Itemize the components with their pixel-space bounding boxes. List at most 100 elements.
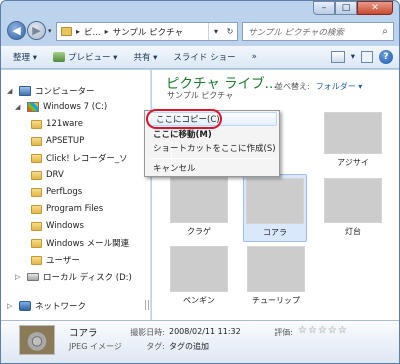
folder-icon <box>31 238 42 248</box>
drive-icon <box>27 273 39 281</box>
thumbnail-item[interactable]: クラゲ <box>167 177 231 237</box>
tree-item-folder[interactable]: 121ware <box>31 117 83 131</box>
tree-item-folder[interactable]: Windows <box>31 219 84 233</box>
views-dropdown[interactable]: ▾ <box>351 52 355 62</box>
thumbnail-image <box>246 178 304 224</box>
tree-item-folder[interactable]: DRV <box>31 168 64 182</box>
breadcrumb-overflow[interactable]: ビ... <box>84 26 101 38</box>
thumbnail-label: ペンギン <box>183 296 215 305</box>
address-dropdown-icon[interactable]: ▾ <box>209 27 223 36</box>
toolbar-right: ▾ ? <box>330 50 393 64</box>
tree-label: Program Files <box>46 204 104 214</box>
maximize-button[interactable]: □ <box>335 1 357 15</box>
search-icon[interactable]: ⌕ <box>377 26 393 37</box>
library-title: ピクチャ ライブ... <box>166 76 278 92</box>
tree-label: Windows <box>46 221 84 231</box>
folder-icon <box>31 153 42 163</box>
tree-item-folder[interactable]: ユーザー <box>31 253 80 267</box>
tree-item-folder[interactable]: APSETUP <box>31 134 84 148</box>
tree-item-folder[interactable]: PerfLogs <box>31 185 82 199</box>
star-icon[interactable]: ☆ <box>298 326 307 336</box>
highlight-annotation <box>146 109 222 129</box>
menu-item-create-shortcut[interactable]: ショートカットをここに作成(S) <box>145 141 279 155</box>
preview-pane-icon[interactable] <box>361 51 373 63</box>
thumbnail-image <box>170 177 228 223</box>
thumbnail-label: コアラ <box>263 228 287 237</box>
star-icon[interactable]: ☆ <box>318 326 327 336</box>
collapsed-icon[interactable]: ▷ <box>7 302 15 310</box>
slideshow-button[interactable]: スライド ショー <box>173 51 235 63</box>
details-tag-value[interactable]: タグの追加 <box>169 341 209 352</box>
menu-item-cancel[interactable]: キャンセル <box>145 161 279 175</box>
tree-item-folder[interactable]: Click! レコーダー_ソ <box>31 151 128 165</box>
menu-item-move-here[interactable]: ここに移動(M) <box>145 127 279 141</box>
tree-item-computer[interactable]: ◢ コンピューター <box>7 84 95 98</box>
folder-icon <box>61 27 72 36</box>
tree-item-network[interactable]: ▷ ネットワーク <box>7 299 86 313</box>
forward-button[interactable]: ▶ <box>27 21 46 40</box>
thumbnail-label: クラゲ <box>187 227 211 236</box>
tree-item-drive-c[interactable]: ◢ Windows 7 (C:) <box>15 100 107 114</box>
tree-item-drive-d[interactable]: ▷ ローカル ディスク (D:) <box>15 270 132 284</box>
thumbnail-item-selected[interactable]: コアラ <box>243 174 307 242</box>
tree-label: ローカル ディスク (D:) <box>43 273 132 283</box>
thumbnail-label: アジサイ <box>337 158 369 167</box>
address-bar[interactable]: ▸ ビ... ▸ サンプル ピクチャ ▾ ↻ <box>56 22 238 41</box>
pane-splitter-grip[interactable] <box>145 300 149 310</box>
recent-pages-dropdown[interactable]: ▾ <box>48 27 52 35</box>
breadcrumb-separator[interactable]: ▸ <box>76 27 80 36</box>
tree-item-folder[interactable]: Windows メール関連 <box>31 236 129 250</box>
change-view-icon[interactable] <box>330 51 345 63</box>
star-icon[interactable]: ☆ <box>328 326 337 336</box>
star-icon[interactable]: ☆ <box>308 326 317 336</box>
collapsed-icon[interactable]: ▷ <box>15 273 23 281</box>
arrange-by-dropdown[interactable]: フォルダー ▾ <box>316 81 363 92</box>
details-rating-label: 評価: <box>274 328 293 337</box>
tree-label: DRV <box>46 170 64 180</box>
folder-icon <box>31 136 42 146</box>
share-button[interactable]: 共有 ▾ <box>133 51 157 63</box>
tree-label: ユーザー <box>46 256 80 266</box>
content-pane: ピクチャ ライブ... サンプル ピクチャ 並べ替え: フォルダー ▾ アジサイ… <box>152 70 399 320</box>
thumbnail-item[interactable]: ペンギン <box>167 246 231 306</box>
search-placeholder: サンプル ピクチャの検索 <box>248 27 344 38</box>
thumbnail-item[interactable]: 灯台 <box>321 178 385 237</box>
search-input[interactable]: サンプル ピクチャの検索 ⌕ <box>242 22 394 41</box>
minimize-button[interactable]: – <box>313 1 335 15</box>
preview-label: プレビュー ▾ <box>67 53 118 63</box>
more-commands-button[interactable]: » <box>252 52 257 62</box>
thumbnail-item[interactable]: アジサイ <box>321 112 385 168</box>
star-icon[interactable]: ☆ <box>338 326 347 336</box>
details-file-name: コアラ <box>69 328 98 339</box>
folder-icon <box>31 187 42 197</box>
rating-stars[interactable]: ☆ ☆ ☆ ☆ ☆ <box>298 326 347 336</box>
breadcrumb-current[interactable]: サンプル ピクチャ <box>113 26 183 38</box>
thumbnail-item[interactable]: チューリップ <box>244 246 308 306</box>
expanded-icon[interactable]: ◢ <box>15 103 23 111</box>
breadcrumb-separator[interactable]: ▸ <box>105 27 109 36</box>
back-button[interactable]: ◀ <box>7 21 26 40</box>
tree-label: APSETUP <box>46 136 85 146</box>
tree-label: Windows 7 (C:) <box>43 102 108 112</box>
arrange-label: 並べ替え: <box>275 82 310 91</box>
details-file-type: JPEG イメージ <box>69 342 122 351</box>
expanded-icon[interactable]: ◢ <box>7 87 15 95</box>
help-icon[interactable]: ? <box>379 50 393 64</box>
folder-icon <box>31 255 42 265</box>
tree-label: Click! レコーダー_ソ <box>46 154 128 164</box>
tree-label: PerfLogs <box>46 187 83 197</box>
organize-button[interactable]: 整理 ▾ <box>13 51 37 63</box>
tree-label: Windows メール関連 <box>46 239 130 249</box>
preview-button[interactable]: プレビュー ▾ <box>52 51 118 63</box>
refresh-icon[interactable]: ↻ <box>223 27 237 36</box>
thumbnail-label: 灯台 <box>345 227 361 236</box>
details-pane: コアラ JPEG イメージ 撮影日時: 2008/02/11 11:32 タグ:… <box>1 320 399 363</box>
close-button[interactable]: ✕ <box>357 1 393 15</box>
caption-buttons: – □ ✕ <box>313 1 393 15</box>
folder-icon <box>31 170 42 180</box>
details-tag-label: タグ: <box>146 342 165 351</box>
folder-icon <box>31 119 42 129</box>
thumbnail-image <box>170 246 228 292</box>
tree-item-folder[interactable]: Program Files <box>31 202 103 216</box>
folder-icon <box>31 204 42 214</box>
